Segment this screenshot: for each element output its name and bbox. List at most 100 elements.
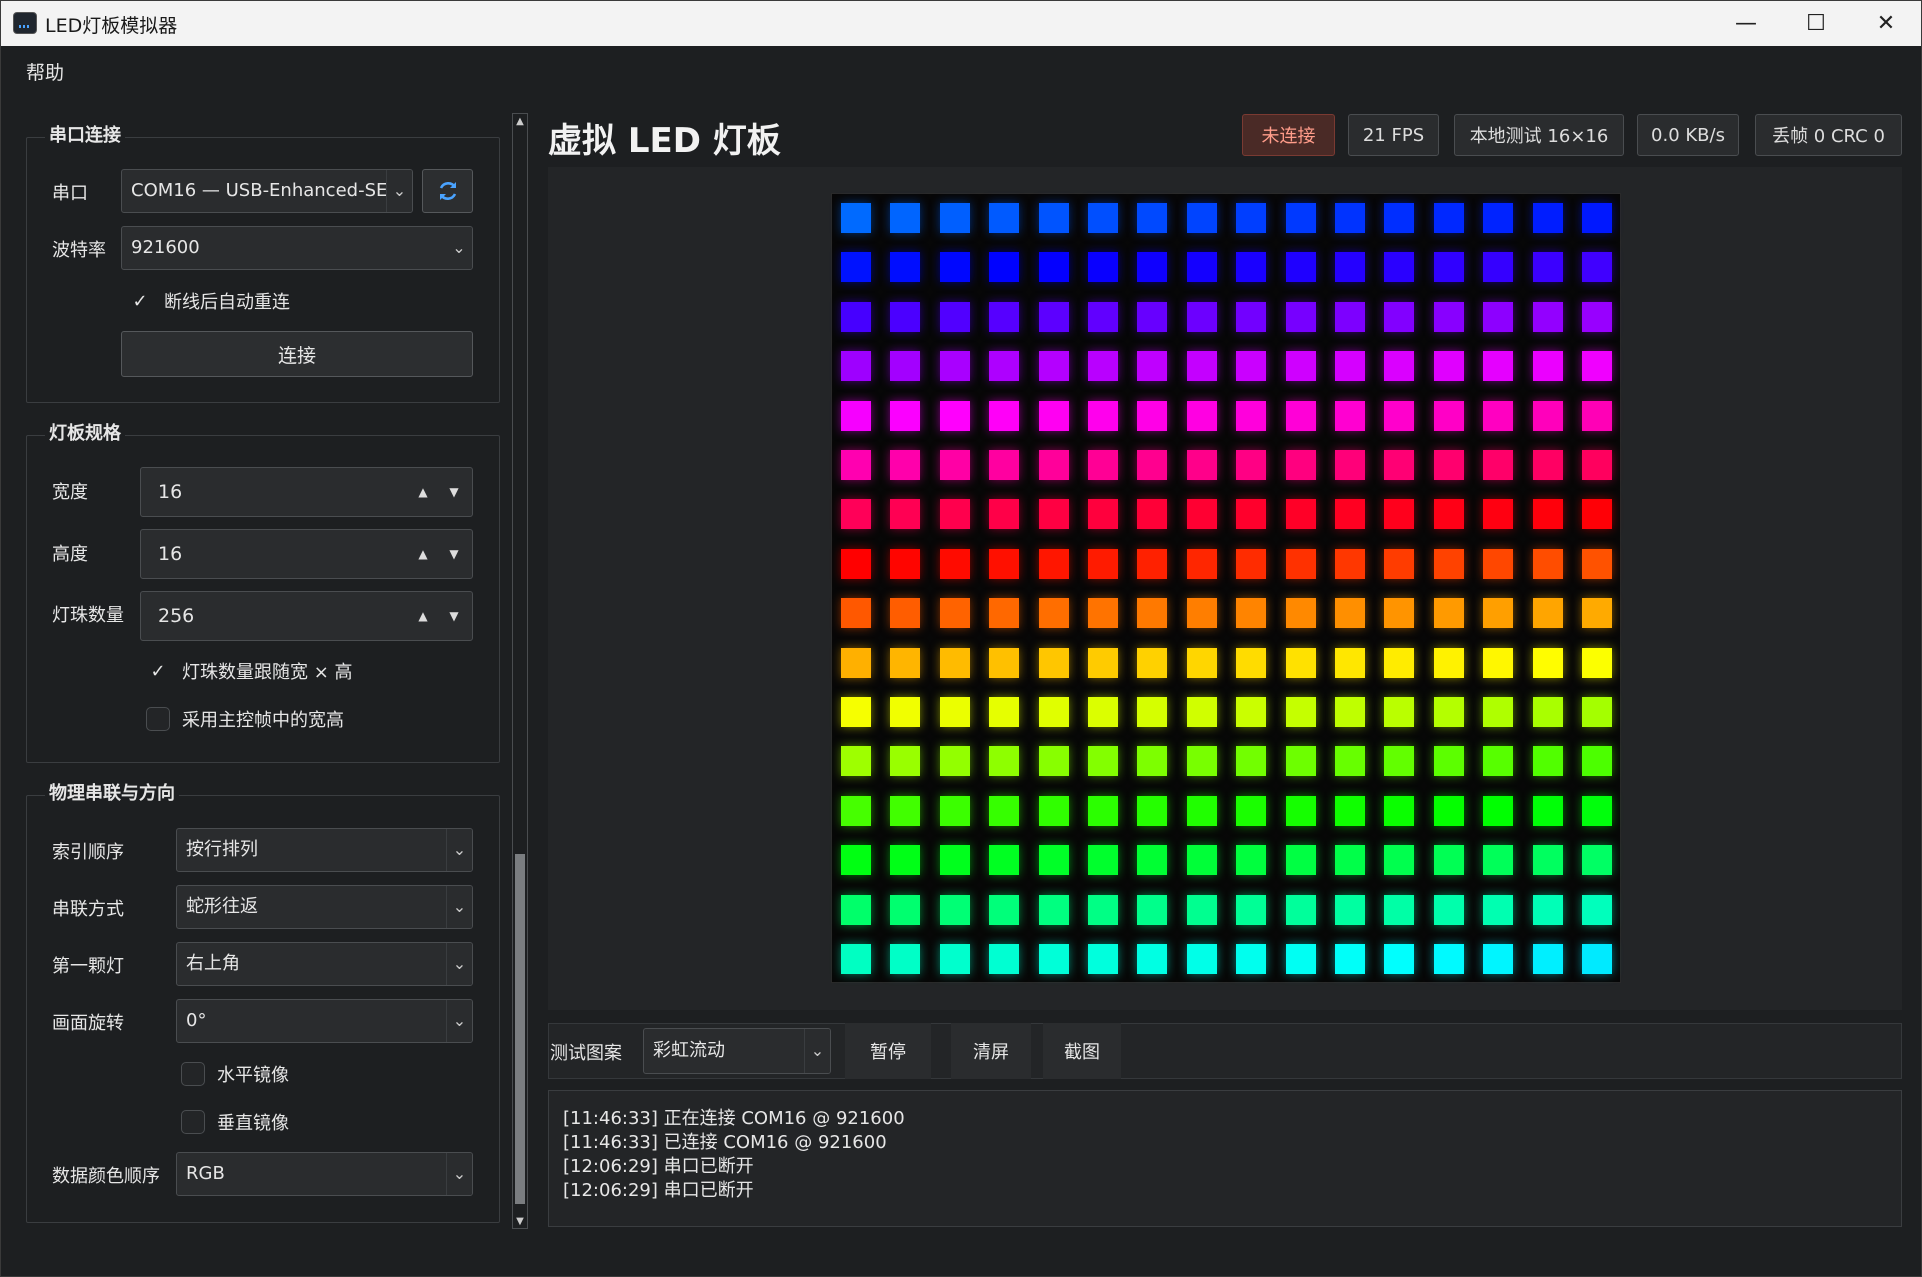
scroll-up-icon[interactable]: ▲ [513,114,527,128]
led-pixel [989,944,1020,974]
led-pixel [1433,252,1464,283]
led-pixel [1137,795,1168,826]
led-pixel [1582,845,1612,876]
connect-button[interactable]: 连接 [121,331,473,377]
led-pixel [1236,351,1267,382]
width-spinbox[interactable]: 16 ▲ ▼ [140,467,473,517]
led-pixel [989,894,1020,925]
led-pixel [1088,598,1118,629]
port-label: 串口 [52,183,88,204]
led-pixel [1582,301,1612,332]
decrement-icon[interactable]: ▼ [440,476,468,508]
maximize-button[interactable]: ☐ [1781,1,1851,46]
minimize-button[interactable]: — [1711,1,1781,46]
rotation-value: 0° [186,1010,207,1031]
follow-wh-checkbox[interactable]: ✓ 灯珠数量跟随宽 × 高 [146,658,352,684]
led-pixel [890,647,921,678]
led-pixel [1582,598,1612,629]
led-pixel [989,450,1020,480]
led-pixel [890,548,921,579]
led-pixel [1384,894,1415,925]
led-pixel [1186,252,1217,283]
led-pixel [1088,894,1118,925]
led-pixel [1038,499,1069,530]
led-pixel [1285,499,1316,530]
led-pixel [1483,252,1514,283]
led-pixel [890,252,921,283]
app-icon [13,12,37,34]
led-pixel [1384,301,1415,332]
refresh-ports-button[interactable] [422,169,473,213]
led-pixel [1532,598,1563,629]
led-pixel [1483,351,1514,382]
led-pixel [1137,647,1168,678]
count-spinbox[interactable]: 256 ▲ ▼ [140,591,473,641]
menu-bar: 帮助 [1,46,1921,92]
color-order-select[interactable]: RGB ⌄ [176,1152,473,1196]
led-pixel [1285,351,1316,382]
led-pixel [1186,548,1217,579]
scroll-down-icon[interactable]: ▼ [513,1214,527,1228]
led-pixel [1582,203,1612,233]
decrement-icon[interactable]: ▼ [440,538,468,570]
log-line: [11:46:33] 正在连接 COM16 @ 921600 [563,1108,905,1129]
led-pixel [841,894,871,925]
close-button[interactable]: ✕ [1851,1,1921,46]
port-select[interactable]: COM16 — USB-Enhanced-SERIAL CH343 ⌄ [121,169,413,213]
chain-mode-select[interactable]: 蛇形往返 ⌄ [176,885,473,929]
increment-icon[interactable]: ▲ [409,538,437,570]
led-pixel [1285,894,1316,925]
increment-icon[interactable]: ▲ [409,476,437,508]
height-spinbox[interactable]: 16 ▲ ▼ [140,529,473,579]
led-pixel [939,499,970,530]
led-pixel [841,351,871,382]
led-pixel [939,746,970,777]
chevron-down-icon: ⌄ [446,943,472,985]
hmirror-checkbox[interactable]: 水平镜像 [181,1061,289,1087]
led-pixel [939,697,970,727]
led-pixel [989,598,1020,629]
settings-scrollbar[interactable]: ▲ ▼ [512,113,528,1229]
led-pixel [989,548,1020,579]
increment-icon[interactable]: ▲ [409,600,437,632]
use-master-checkbox[interactable]: 采用主控帧中的宽高 [146,706,344,732]
led-pixel [1582,746,1612,777]
led-pixel [1236,944,1267,974]
led-pixel [1483,301,1514,332]
led-pixel [1483,548,1514,579]
pause-button[interactable]: 暂停 [845,1023,931,1079]
clear-button[interactable]: 清屏 [951,1023,1031,1079]
led-pixel [1335,351,1365,382]
first-led-select[interactable]: 右上角 ⌄ [176,942,473,986]
led-pixel [989,845,1020,876]
led-pixel [1483,499,1514,530]
rotation-select[interactable]: 0° ⌄ [176,999,473,1043]
chevron-down-icon: ⌄ [446,1000,472,1042]
decrement-icon[interactable]: ▼ [440,600,468,632]
led-pixel [989,351,1020,382]
led-pixel [1582,548,1612,579]
baud-select[interactable]: 921600 ⌄ [121,226,473,270]
scrollbar-thumb[interactable] [515,854,525,1204]
led-pixel [1088,301,1118,332]
led-pixel [841,598,871,629]
hmirror-label: 水平镜像 [217,1065,289,1086]
led-pixel [1335,697,1365,727]
menu-help[interactable]: 帮助 [26,58,64,85]
led-pixel [1483,450,1514,480]
vmirror-checkbox[interactable]: 垂直镜像 [181,1109,289,1135]
led-pixel [989,301,1020,332]
led-pixel [1582,944,1612,974]
led-pixel [841,944,871,974]
auto-reconnect-checkbox[interactable]: ✓ 断线后自动重连 [128,288,290,314]
use-master-label: 采用主控帧中的宽高 [182,710,344,731]
pattern-select[interactable]: 彩虹流动 ⌄ [643,1028,831,1074]
led-pixel [890,400,921,431]
led-pixel [989,746,1020,777]
screenshot-button[interactable]: 截图 [1043,1023,1121,1079]
led-pixel [1483,795,1514,826]
led-pixel [1137,944,1168,974]
index-order-select[interactable]: 按行排列 ⌄ [176,828,473,872]
title-bar: LED灯板模拟器 — ☐ ✕ [1,1,1921,46]
led-pixel [1137,746,1168,777]
